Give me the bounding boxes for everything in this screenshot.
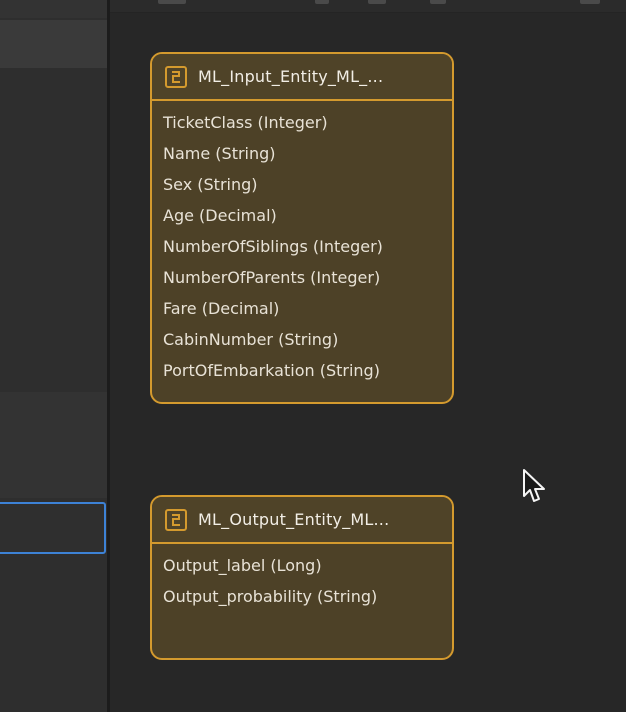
- entity-header[interactable]: ML_Input_Entity_ML_...: [152, 54, 452, 101]
- attribute-item[interactable]: Output_label (Long): [163, 554, 452, 585]
- toolbar-button[interactable]: [580, 0, 600, 4]
- attribute-list: TicketClass (Integer) Name (String) Sex …: [152, 101, 452, 390]
- attribute-list: Output_label (Long) Output_probability (…: [152, 544, 452, 616]
- toolbar-button[interactable]: [315, 0, 329, 4]
- left-panel-row[interactable]: [0, 392, 107, 498]
- attribute-item[interactable]: Name (String): [163, 142, 452, 173]
- mouse-cursor-icon: [523, 469, 545, 502]
- entity-title: ML_Output_Entity_ML...: [198, 510, 390, 529]
- attribute-item[interactable]: Fare (Decimal): [163, 297, 452, 328]
- entity-icon: [165, 65, 187, 88]
- attribute-item[interactable]: TicketClass (Integer): [163, 111, 452, 142]
- left-panel-selected-row[interactable]: [0, 502, 106, 554]
- entity-header[interactable]: ML_Output_Entity_ML...: [152, 497, 452, 544]
- attribute-item[interactable]: Age (Decimal): [163, 204, 452, 235]
- left-panel-header: [0, 0, 107, 18]
- entity-icon: [165, 508, 187, 531]
- left-panel: [0, 0, 107, 712]
- entity-title: ML_Input_Entity_ML_...: [198, 67, 384, 86]
- toolbar-button[interactable]: [368, 0, 386, 4]
- attribute-item[interactable]: Output_probability (String): [163, 585, 452, 616]
- input-entity-card[interactable]: ML_Input_Entity_ML_... TicketClass (Inte…: [150, 52, 454, 404]
- toolbar-button[interactable]: [430, 0, 446, 4]
- attribute-item[interactable]: NumberOfParents (Integer): [163, 266, 452, 297]
- toolbar-button[interactable]: [158, 0, 186, 4]
- attribute-item[interactable]: CabinNumber (String): [163, 328, 452, 359]
- left-panel-row[interactable]: [0, 20, 107, 68]
- attribute-item[interactable]: PortOfEmbarkation (String): [163, 359, 452, 390]
- canvas-toolbar: [110, 0, 626, 13]
- attribute-item[interactable]: Sex (String): [163, 173, 452, 204]
- output-entity-card[interactable]: ML_Output_Entity_ML... Output_label (Lon…: [150, 495, 454, 660]
- attribute-item[interactable]: NumberOfSiblings (Integer): [163, 235, 452, 266]
